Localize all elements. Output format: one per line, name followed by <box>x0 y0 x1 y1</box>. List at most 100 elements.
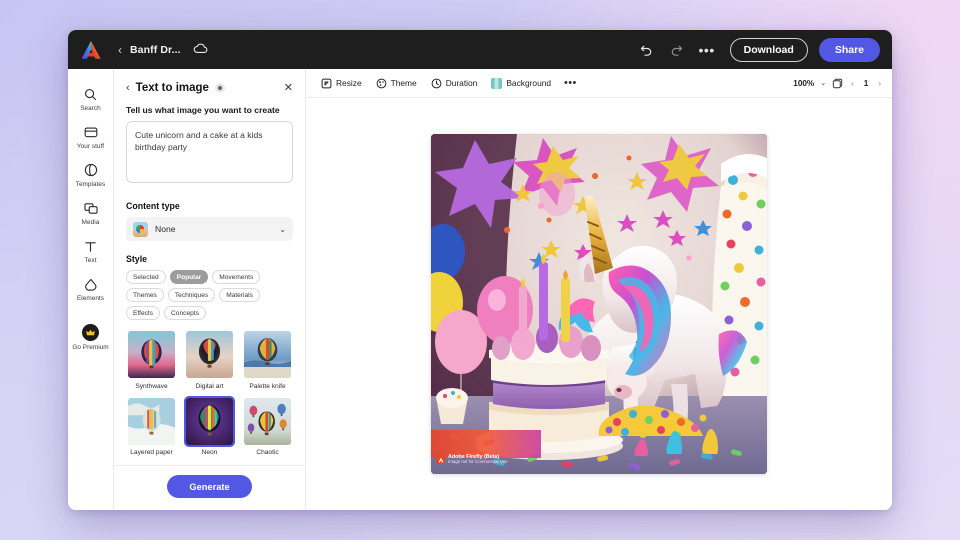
panel-footer: Generate <box>114 465 305 510</box>
adobe-express-logo[interactable] <box>80 40 102 60</box>
style-thumbnail <box>242 396 293 447</box>
document-title[interactable]: Banff Dr... <box>130 44 181 56</box>
sidebar-item-label: Templates <box>75 181 106 188</box>
back-chevron-icon[interactable]: ‹ <box>114 41 126 59</box>
firefly-watermark: Adobe Firefly (Beta) Image not for Comme… <box>431 452 513 467</box>
panel-back-icon[interactable]: ‹ <box>126 82 130 94</box>
chevron-down-icon[interactable]: ⌄ <box>820 79 826 87</box>
background-button[interactable]: Background <box>485 75 557 92</box>
beta-badge-icon <box>214 83 225 93</box>
theme-button[interactable]: Theme <box>370 75 423 92</box>
crown-icon <box>82 324 99 341</box>
elements-icon <box>84 276 98 292</box>
style-label: Style <box>126 254 148 264</box>
share-button[interactable]: Share <box>818 37 880 62</box>
duration-label: Duration <box>445 78 478 88</box>
left-rail: Search Your stuff Templates Media Text E… <box>68 69 114 510</box>
document-toolbar: Resize Theme Duration Background ••• 100… <box>306 69 892 98</box>
top-more-icon[interactable]: ••• <box>694 37 720 63</box>
sidebar-item-text[interactable]: Text <box>68 231 114 269</box>
chip-movements[interactable]: Movements <box>212 270 261 284</box>
chip-popular[interactable]: Popular <box>169 270 209 284</box>
style-grid: Synthwave Digital art Palette knife Laye… <box>126 329 293 456</box>
sidebar-item-templates[interactable]: Templates <box>68 155 114 193</box>
duration-button[interactable]: Duration <box>425 75 484 92</box>
undo-icon[interactable] <box>634 37 660 63</box>
sidebar-item-search[interactable]: Search <box>68 79 114 117</box>
panel-close-icon[interactable]: ✕ <box>284 82 293 94</box>
text-to-image-panel: ‹ Text to image ✕ Tell us what image you… <box>114 69 306 510</box>
watermark-text: Adobe Firefly (Beta) Image not for Comme… <box>448 454 508 465</box>
style-option-synthwave[interactable]: Synthwave <box>126 329 177 390</box>
style-option-palette-knife[interactable]: Palette knife <box>242 329 293 390</box>
sidebar-item-go-premium[interactable]: Go Premium <box>68 317 114 356</box>
prompt-input[interactable] <box>126 121 293 183</box>
pages-icon[interactable] <box>832 78 843 89</box>
style-name: Synthwave <box>135 382 168 390</box>
style-thumbnail <box>126 329 177 380</box>
style-name: Palette knife <box>249 382 286 390</box>
prompt-label: Tell us what image you want to create <box>126 105 280 115</box>
chevron-down-icon: ⌄ <box>279 224 286 234</box>
style-name: Digital art <box>195 382 224 390</box>
download-button[interactable]: Download <box>729 37 808 62</box>
resize-icon <box>321 78 332 89</box>
zoom-level[interactable]: 100% <box>793 79 814 88</box>
generate-button[interactable]: Generate <box>167 475 252 498</box>
background-swatch-icon <box>491 77 503 89</box>
style-option-layered-paper[interactable]: Layered paper <box>126 396 177 456</box>
chip-selected[interactable]: Selected <box>126 270 166 284</box>
cloud-sync-icon[interactable] <box>193 41 208 59</box>
adobe-express-window: ‹ Banff Dr... ••• Download Share Search … <box>68 30 892 510</box>
style-thumbnail <box>242 329 293 380</box>
chip-concepts[interactable]: Concepts <box>164 306 206 320</box>
generated-image <box>431 134 767 474</box>
chip-materials[interactable]: Materials <box>219 288 260 302</box>
artboard[interactable]: Adobe Firefly (Beta) Image not for Comme… <box>431 134 767 474</box>
adobe-firefly-logo-icon <box>436 455 445 465</box>
background-label: Background <box>506 78 552 88</box>
canvas-area[interactable]: Adobe Firefly (Beta) Image not for Comme… <box>306 98 892 510</box>
app-body: Search Your stuff Templates Media Text E… <box>68 69 892 510</box>
sidebar-item-label: Media <box>81 219 100 226</box>
sidebar-item-media[interactable]: Media <box>68 193 114 231</box>
sidebar-item-label: Elements <box>76 295 105 302</box>
folder-icon <box>84 124 98 140</box>
main-area: Resize Theme Duration Background ••• 100… <box>306 69 892 510</box>
sidebar-item-label: Your stuff <box>76 143 105 150</box>
sidebar-item-your-stuff[interactable]: Your stuff <box>68 117 114 155</box>
chip-effects[interactable]: Effects <box>126 306 161 320</box>
beach-ball-photo-icon <box>133 221 148 237</box>
chip-techniques[interactable]: Techniques <box>167 288 216 302</box>
style-option-chaotic[interactable]: Chaotic <box>242 396 293 456</box>
templates-icon <box>84 162 98 178</box>
toolbar-right-controls: 100% ⌄ ‹ 1 › <box>793 78 883 89</box>
style-category-chips: Selected Popular Movements Themes Techni… <box>126 270 293 320</box>
resize-label: Resize <box>336 78 362 88</box>
top-bar: ‹ Banff Dr... ••• Download Share <box>68 30 892 69</box>
next-page-icon[interactable]: › <box>876 79 883 88</box>
prev-page-icon[interactable]: ‹ <box>849 79 856 88</box>
style-name: Layered paper <box>130 449 173 456</box>
watermark-subtitle: Image not for Commercial Use <box>448 459 508 465</box>
clock-icon <box>431 78 442 89</box>
text-icon <box>84 238 97 254</box>
style-thumbnail <box>184 329 235 380</box>
content-type-label: Content type <box>126 201 180 211</box>
resize-button[interactable]: Resize <box>315 75 368 92</box>
sidebar-item-elements[interactable]: Elements <box>68 269 114 307</box>
chip-themes[interactable]: Themes <box>126 288 164 302</box>
theme-icon <box>376 78 387 89</box>
panel-scroll-area: ‹ Text to image ✕ Tell us what image you… <box>114 69 305 465</box>
toolbar-more-icon[interactable]: ••• <box>559 74 582 92</box>
top-bar-actions: ••• Download Share <box>634 37 880 63</box>
content-type-select[interactable]: None ⌄ <box>126 217 293 241</box>
panel-title: Text to image <box>135 82 209 94</box>
redo-icon[interactable] <box>664 37 690 63</box>
style-option-neon[interactable]: Neon <box>184 395 235 456</box>
panel-header: ‹ Text to image ✕ <box>126 69 293 105</box>
style-name: Neon <box>201 449 218 456</box>
style-name: Chaotic <box>256 449 279 456</box>
theme-label: Theme <box>390 78 417 88</box>
style-option-digital-art[interactable]: Digital art <box>184 329 235 390</box>
